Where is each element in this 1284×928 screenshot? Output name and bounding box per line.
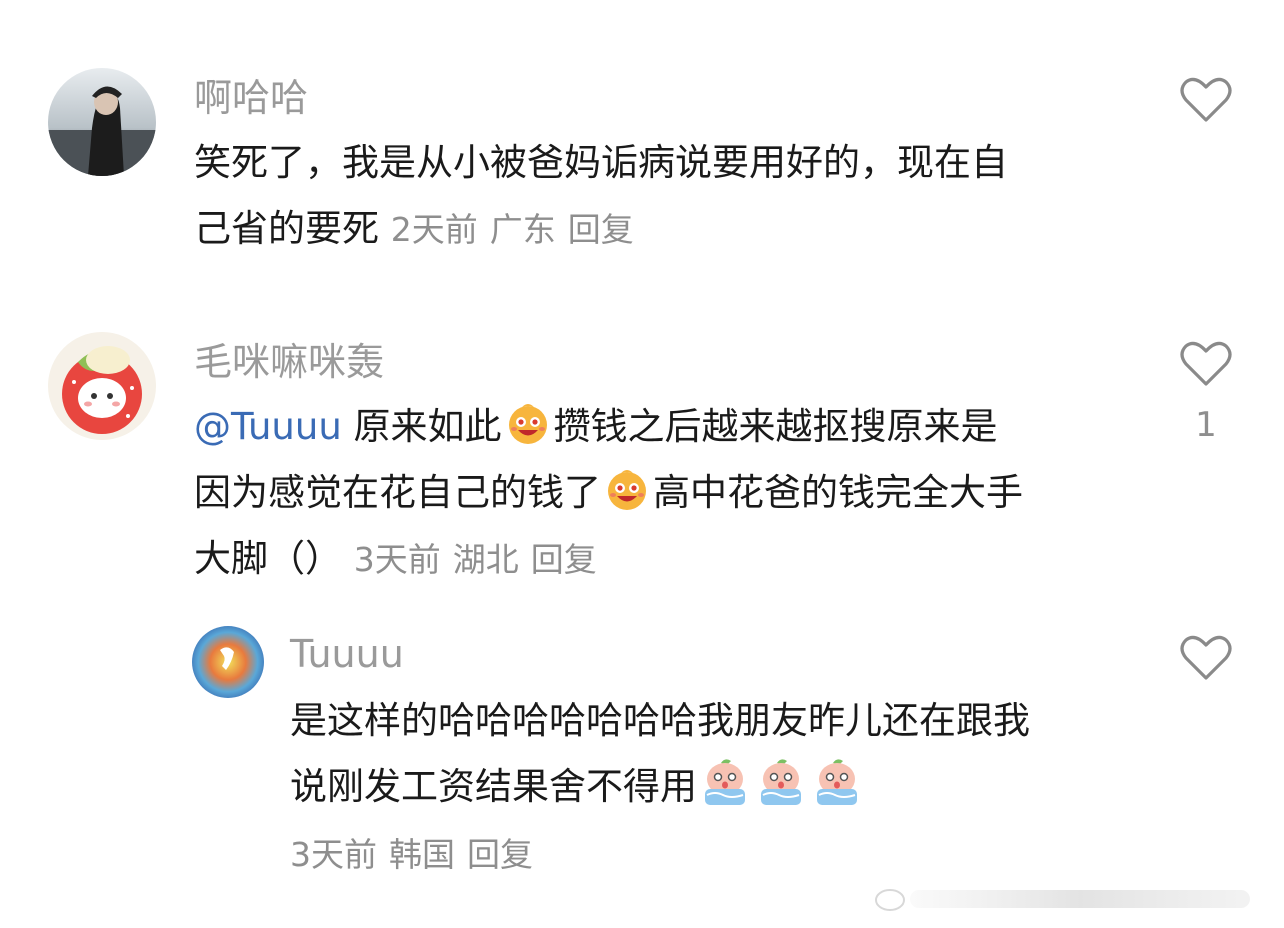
text-segment: 高中花爸的钱完全大手 [653,471,1023,514]
comment-line: @Tuuuu 原来如此 攒钱之后越来越抠搜原来是 [194,394,1154,460]
text-segment: 因为感觉在花自己的钱了 [194,471,601,514]
comment-line: 己省的要死 [194,207,379,250]
username[interactable]: Tuuuu [290,630,404,678]
like-button[interactable] [1180,76,1232,128]
heart-outline-icon [1180,341,1232,386]
comment-text: @Tuuuu 原来如此 攒钱之后越来越抠搜原来是 因为感觉在花自己的钱了 高中花… [194,394,1154,593]
location: 韩国 [389,835,455,874]
watermark [870,880,1270,916]
grinning-face-emoji [508,404,547,444]
comment-text: 是这样的哈哈哈哈哈哈哈我朋友昨儿还在跟我 说刚发工资结果舍不得用 3天前 韩国 … [290,688,1170,888]
comment-meta: 2天前 广东 回复 [391,210,646,249]
username[interactable]: 毛咪嘛咪轰 [194,338,384,386]
comment-line-with-meta: 己省的要死 2天前 广东 回复 [194,196,1154,263]
timestamp: 3天前 [353,540,441,579]
crying-peach-emoji [761,759,801,805]
mention-link[interactable]: @Tuuuu [194,405,342,448]
grinning-face-emoji [608,470,646,510]
text-segment: 攒钱之后越来越抠搜原来是 [553,405,998,448]
location: 湖北 [452,540,519,579]
text-segment: 说刚发工资结果舍不得用 [290,765,697,808]
comment-line: 说刚发工资结果舍不得用 [290,754,1170,820]
timestamp: 2天前 [390,210,478,249]
avatar[interactable] [48,332,156,440]
comment-meta: 3天前 湖北 回复 [354,540,609,579]
comment-line: 是这样的哈哈哈哈哈哈哈我朋友昨儿还在跟我 [290,699,1030,742]
avatar[interactable] [48,68,156,176]
location: 广东 [489,210,556,249]
avatar[interactable] [192,626,264,698]
comment-line: 笑死了，我是从小被爸妈诟病说要用好的，现在自 [194,141,1008,184]
text-segment: 原来如此 [341,405,502,448]
reply-button[interactable]: 回复 [531,540,597,579]
crying-peach-emoji [705,759,745,805]
timestamp: 3天前 [290,835,377,874]
like-button[interactable] [1180,340,1232,392]
reply-button[interactable]: 回复 [467,835,533,874]
like-button[interactable] [1180,634,1232,686]
comment-meta: 3天前 韩国 回复 [290,822,1170,888]
text-segment: 大脚（） [194,537,342,580]
username[interactable]: 啊哈哈 [194,74,308,122]
heart-outline-icon [1180,77,1232,122]
crying-peach-emoji [817,759,857,805]
like-count: 1 [1195,405,1217,445]
reply-button[interactable]: 回复 [568,210,634,249]
heart-outline-icon [1180,635,1232,680]
comment-line-with-meta: 大脚（） 3天前 湖北 回复 [194,526,1154,593]
comment-text: 笑死了，我是从小被爸妈诟病说要用好的，现在自 己省的要死 2天前 广东 回复 [194,130,1154,263]
comment-line: 因为感觉在花自己的钱了 高中花爸的钱完全大手 [194,460,1154,526]
